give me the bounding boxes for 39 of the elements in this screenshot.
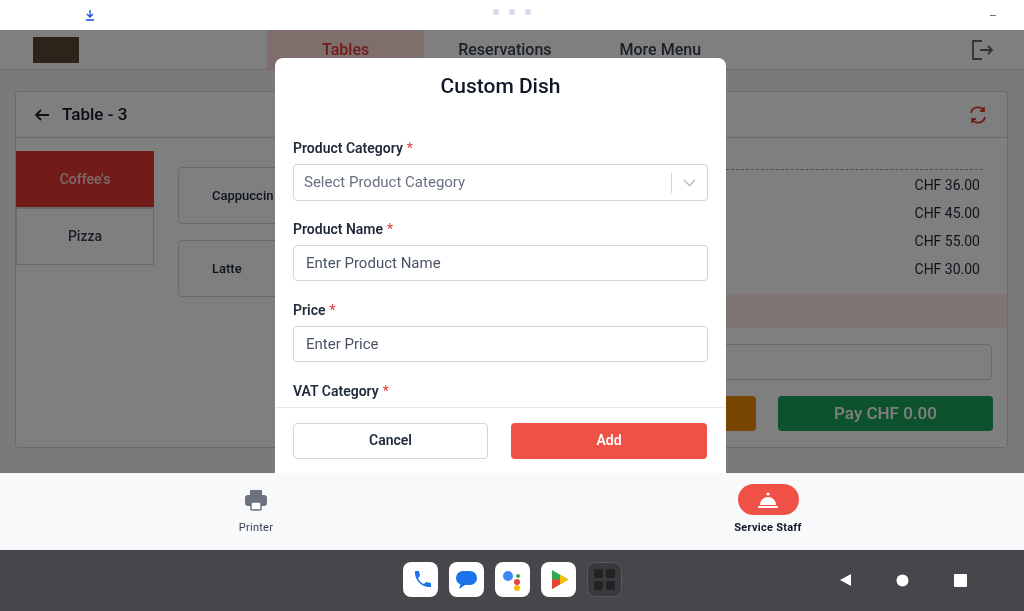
field-label: Product Category [293, 138, 403, 158]
back-arrow-icon[interactable] [34, 107, 50, 122]
required-mark: * [329, 300, 336, 320]
logout-icon[interactable] [970, 39, 994, 61]
required-mark: * [387, 219, 394, 239]
required-mark: * [406, 138, 413, 158]
text-input-field[interactable]: Enter Price [293, 326, 708, 362]
order-price: CHF 55.00 [914, 232, 980, 251]
category-item[interactable]: Pizza [16, 208, 154, 265]
chevron-down-icon [683, 178, 696, 187]
field-label: VAT Category [293, 381, 379, 401]
logo-photo-placeholder [33, 37, 79, 63]
back-nav-icon[interactable] [838, 573, 852, 587]
dots-icon [492, 8, 532, 16]
field-label: Price [293, 300, 326, 320]
phone-app-icon[interactable] [403, 562, 438, 597]
add-button[interactable]: Add [511, 422, 707, 459]
play-store-icon[interactable] [541, 562, 576, 597]
nav-tab[interactable]: Reservations [424, 30, 586, 70]
text-input-field[interactable]: Enter Product Name [293, 245, 708, 281]
table-title: Table - 3 [62, 102, 128, 126]
order-price: CHF 30.00 [914, 260, 980, 279]
bell-icon[interactable] [737, 484, 799, 515]
order-price: CHF 36.00 [914, 176, 980, 195]
category-select[interactable]: Select Product Category [293, 164, 708, 201]
pay-button[interactable]: Pay CHF 0.00 [778, 396, 993, 431]
nav-tab[interactable]: More Menu [585, 30, 736, 70]
required-mark: * [382, 381, 389, 401]
category-item[interactable]: Coffee's [16, 151, 154, 208]
refresh-icon[interactable] [967, 104, 989, 125]
dialog-title: Custom Dish [439, 73, 562, 100]
home-nav-icon[interactable] [896, 574, 909, 587]
nav-label[interactable]: Service Staff [734, 520, 802, 537]
messages-app-icon[interactable] [449, 562, 484, 597]
cancel-button[interactable]: Cancel [293, 422, 488, 459]
nav-label[interactable]: Printer [238, 520, 274, 537]
download-icon [84, 9, 96, 21]
assistant-app-icon[interactable] [495, 562, 530, 597]
order-price: CHF 45.00 [914, 204, 980, 223]
